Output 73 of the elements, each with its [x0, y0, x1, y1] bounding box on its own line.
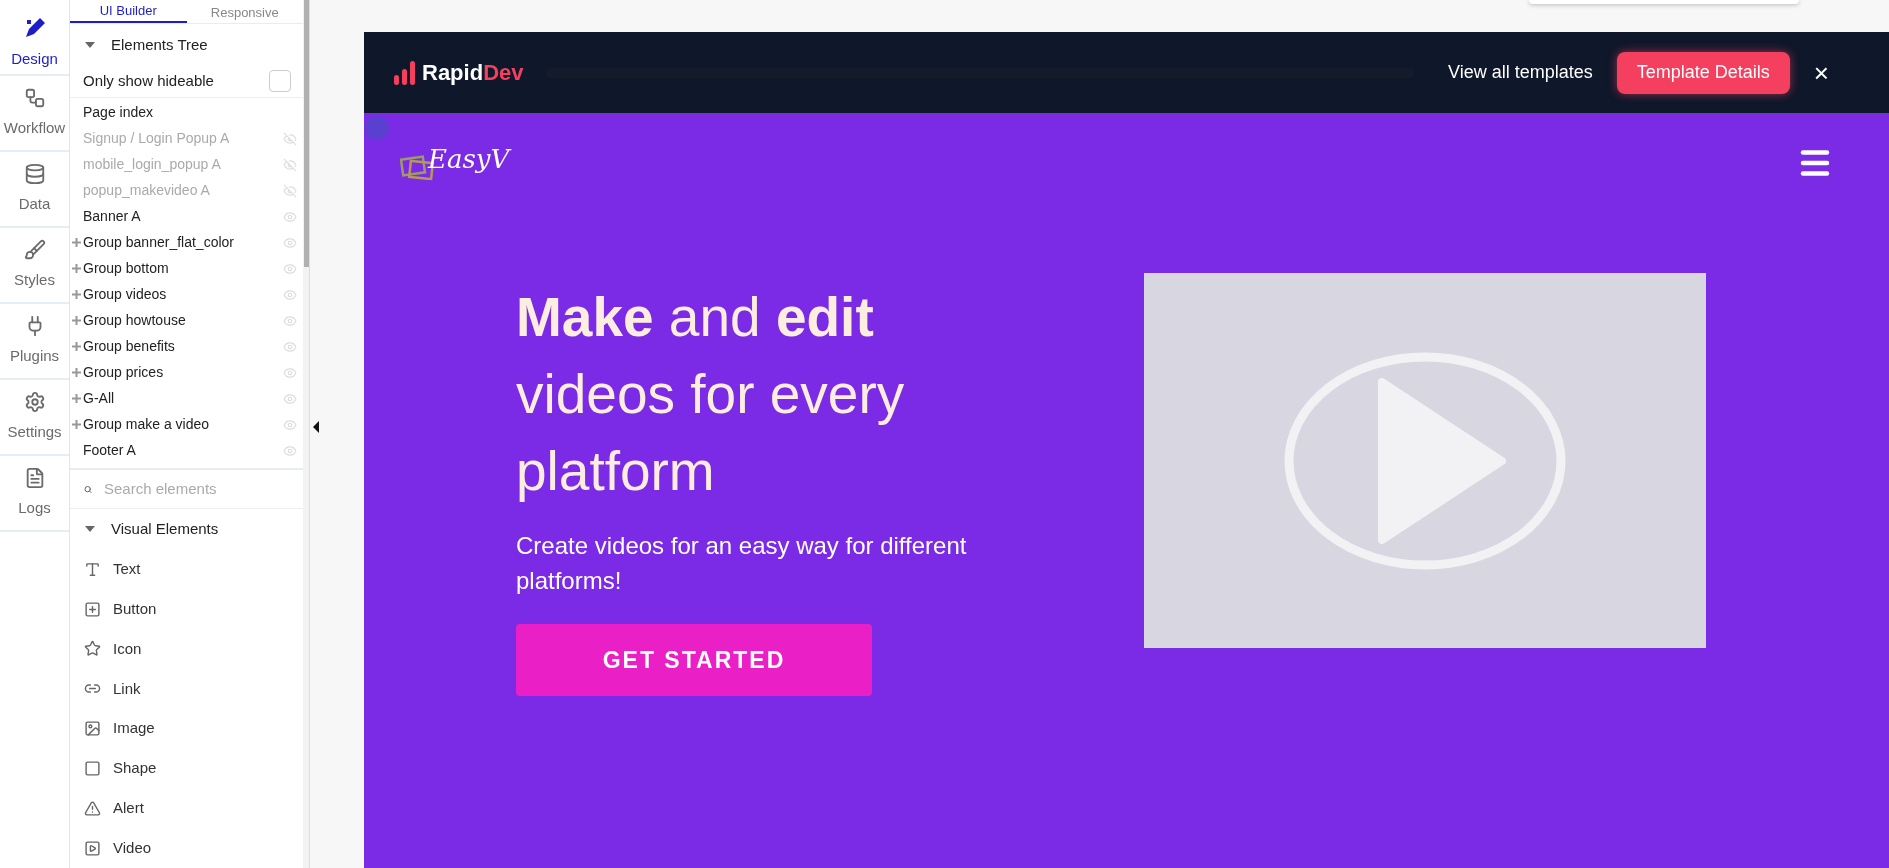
- palette-item[interactable]: Shape: [70, 748, 303, 789]
- tree-item[interactable]: Page index: [70, 99, 303, 126]
- template-details-button[interactable]: Template Details: [1616, 51, 1790, 94]
- plus-icon[interactable]: [72, 316, 81, 326]
- plus-icon[interactable]: [72, 394, 81, 404]
- plus-icon[interactable]: [72, 290, 81, 300]
- text-icon: [84, 560, 101, 578]
- plus-icon[interactable]: [72, 264, 81, 274]
- tree-item[interactable]: Banner A: [70, 203, 303, 230]
- eye-icon[interactable]: [283, 443, 297, 458]
- play-icon[interactable]: [1284, 351, 1566, 570]
- alert-icon: [84, 799, 101, 817]
- image-icon: [84, 720, 101, 738]
- eye-icon[interactable]: [283, 339, 297, 354]
- panel-tab[interactable]: UI Builder: [70, 0, 187, 23]
- eye-icon[interactable]: [283, 261, 297, 276]
- hero-subtitle: Create videos for an easy way for different platforms!: [516, 531, 968, 596]
- eye-icon[interactable]: [283, 391, 297, 406]
- tree-item[interactable]: Group benefits: [70, 333, 303, 360]
- templates-link[interactable]: View all templates: [1448, 59, 1593, 86]
- tree-item[interactable]: G-All: [70, 385, 303, 412]
- eye-icon[interactable]: [283, 365, 297, 380]
- eye-off-icon[interactable]: [283, 183, 297, 198]
- tree-item[interactable]: Group videos: [70, 281, 303, 308]
- plus-icon[interactable]: [72, 342, 81, 352]
- collapse-caret-icon[interactable]: [85, 526, 95, 533]
- palette-item[interactable]: Text: [70, 549, 303, 590]
- eye-off-icon[interactable]: [283, 131, 297, 146]
- palette-item[interactable]: Link: [70, 668, 303, 709]
- get-started-button[interactable]: GET STARTED: [516, 624, 872, 696]
- square-icon: [84, 759, 101, 777]
- video-icon: [84, 839, 101, 857]
- plus-icon[interactable]: [72, 368, 81, 378]
- search-field[interactable]: Search elements: [104, 477, 303, 501]
- button-plus-icon: [84, 600, 101, 618]
- plus-icon[interactable]: [72, 238, 81, 248]
- database-icon: [23, 162, 46, 185]
- scrollbar-thumb[interactable]: [303, 0, 309, 267]
- settings-icon: [23, 390, 46, 413]
- brand-logo: EasyV: [428, 146, 510, 172]
- palette-item[interactable]: Button: [70, 589, 303, 629]
- tree-item[interactable]: Group make a video: [70, 411, 303, 438]
- panel-tab[interactable]: Responsive: [186, 0, 303, 23]
- eye-icon[interactable]: [283, 287, 297, 302]
- collapse-caret-icon[interactable]: [85, 41, 95, 48]
- tree-item[interactable]: Footer A: [70, 437, 303, 464]
- plus-icon[interactable]: [72, 420, 81, 430]
- eye-off-icon[interactable]: [283, 157, 297, 172]
- palette-item[interactable]: Image: [70, 708, 303, 749]
- tree-item[interactable]: Group prices: [70, 359, 303, 386]
- section-title: Elements Tree: [111, 34, 208, 55]
- eye-icon[interactable]: [283, 209, 297, 224]
- star-icon: [84, 640, 101, 658]
- collapse-arrow-icon[interactable]: [313, 421, 319, 433]
- tree-item[interactable]: Group banner_flat_color: [70, 229, 303, 256]
- filter-label: Only show hideable: [83, 70, 214, 91]
- hierarchy-icon: [23, 86, 46, 109]
- tree-item[interactable]: Group howtouse: [70, 307, 303, 334]
- palette-item[interactable]: Video: [70, 828, 303, 868]
- bars-logo-icon: [394, 60, 416, 85]
- tree-item[interactable]: Group bottom: [70, 255, 303, 282]
- filter-checkbox[interactable]: [269, 70, 291, 93]
- logo-text: Dev: [483, 59, 524, 87]
- section-title: Visual Elements: [111, 519, 219, 540]
- close-button[interactable]: ×: [1813, 59, 1829, 86]
- logo-text: Rapid: [422, 59, 484, 87]
- brush-icon: [23, 238, 46, 261]
- palette-item[interactable]: Alert: [70, 788, 303, 829]
- eye-icon[interactable]: [283, 313, 297, 328]
- eye-icon[interactable]: [283, 235, 297, 250]
- palette-item[interactable]: Icon: [70, 629, 303, 669]
- hero-title: Make and edit videos for every platform: [516, 285, 906, 504]
- eye-icon[interactable]: [283, 417, 297, 432]
